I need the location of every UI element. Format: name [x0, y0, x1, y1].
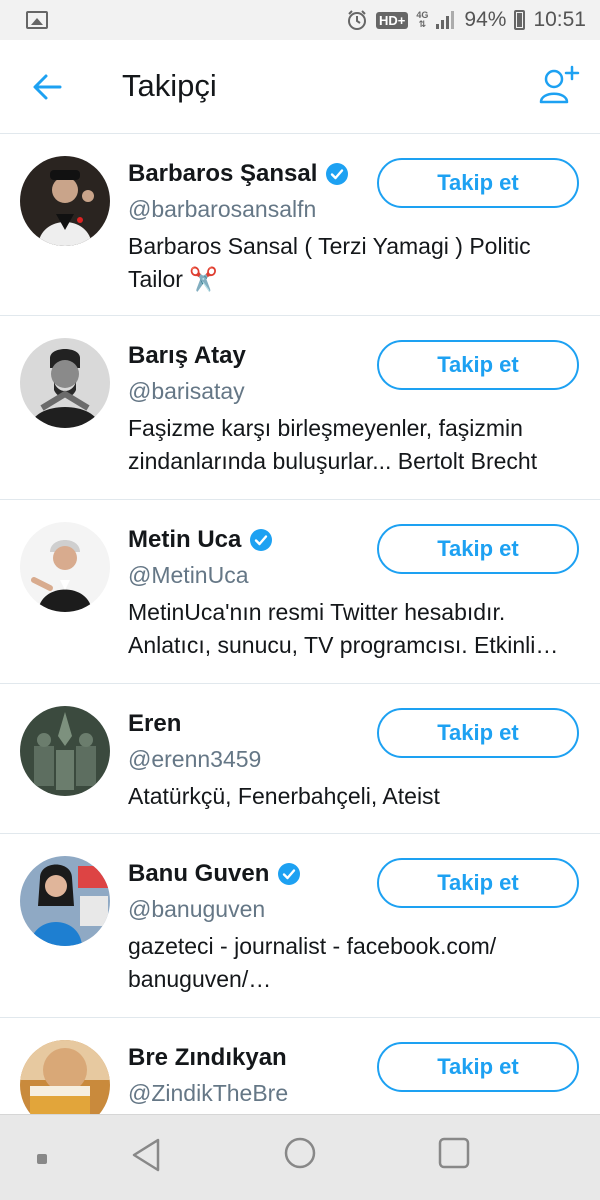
verified-badge-icon: [326, 163, 349, 185]
user-bio-line-1: MetinUca'nın resmi Twitter hesabıdır.: [128, 599, 506, 625]
avatar[interactable]: [20, 856, 110, 946]
system-nav-bar: [0, 1114, 600, 1200]
gallery-icon: [26, 11, 48, 29]
user-name[interactable]: Metin Uca: [128, 526, 241, 554]
battery-icon: [514, 10, 526, 30]
user-handle: @barisatay: [128, 378, 245, 404]
user-name[interactable]: Eren: [128, 710, 181, 738]
user-handle: @erenn3459: [128, 746, 262, 772]
signal-icon: [436, 11, 456, 29]
follow-button[interactable]: Takip et: [377, 708, 579, 758]
verified-badge-icon: [278, 863, 301, 885]
alarm-icon: [348, 10, 367, 30]
follow-button[interactable]: Takip et: [377, 524, 579, 574]
add-user-icon: [539, 65, 580, 104]
back-nav-icon[interactable]: [130, 1137, 162, 1173]
user-handle: @ZindikTheBre: [128, 1080, 289, 1106]
user-handle: @banuguven: [128, 896, 266, 922]
user-bio: Atatürkçü, Fenerbahçeli, Ateist: [128, 783, 440, 809]
follower-row[interactable]: Banu Guven @banuguven gazeteci - journal…: [0, 834, 600, 1018]
avatar[interactable]: [20, 338, 110, 428]
follow-button[interactable]: Takip et: [377, 1042, 579, 1092]
followers-list: Barbaros Şansal @barbarosansalfn Barbaro…: [0, 134, 600, 1114]
arrow-left-icon: [33, 74, 62, 100]
clock: 10:51: [533, 8, 586, 31]
user-name[interactable]: Bre Zındıkyan: [128, 1044, 287, 1072]
home-nav-icon[interactable]: [284, 1137, 316, 1169]
follow-button[interactable]: Takip et: [377, 858, 579, 908]
user-bio-line-1: gazeteci - journalist - facebook.com/: [128, 933, 497, 959]
verified-badge-icon: [250, 529, 273, 551]
avatar[interactable]: [20, 1040, 110, 1114]
follower-row[interactable]: Metin Uca @MetinUca MetinUca'nın resmi T…: [0, 500, 600, 684]
page-title: Takipçi: [122, 68, 217, 103]
follow-button[interactable]: Takip et: [377, 158, 579, 208]
status-bar: HD+ 4G ⇅ 94% 10:51: [0, 0, 600, 40]
follower-row[interactable]: Barış Atay @barisatay Faşizme karşı birl…: [0, 316, 600, 500]
follower-row[interactable]: Barbaros Şansal @barbarosansalfn Barbaro…: [0, 134, 600, 316]
follower-row[interactable]: Bre Zındıkyan @ZindikTheBre Takip et: [0, 1018, 600, 1114]
user-bio: Faşizme karşı birleşmeyenler, faşizmin z…: [128, 415, 538, 474]
network-arrows-icon: ⇅: [418, 19, 427, 29]
recent-dot-icon[interactable]: [36, 1153, 48, 1165]
user-bio-line-2: banuguven/…: [128, 966, 272, 992]
user-handle: @MetinUca: [128, 562, 249, 588]
hd-badge: HD+: [376, 11, 409, 29]
follower-row[interactable]: Eren @erenn3459 Atatürkçü, Fenerbahçeli,…: [0, 684, 600, 834]
user-bio: Barbaros Sansal ( Terzi Yamagi ) Politic…: [128, 233, 531, 292]
follow-button[interactable]: Takip et: [377, 340, 579, 390]
avatar[interactable]: [20, 522, 110, 612]
avatar[interactable]: [20, 156, 110, 246]
user-name[interactable]: Barbaros Şansal: [128, 160, 317, 188]
user-handle: @barbarosansalfn: [128, 196, 317, 222]
user-name[interactable]: Barış Atay: [128, 342, 246, 370]
add-user-button[interactable]: [538, 64, 580, 106]
user-name[interactable]: Banu Guven: [128, 860, 269, 888]
avatar[interactable]: [20, 706, 110, 796]
user-bio-line-2: Anlatıcı, sunucu, TV programcısı. Etkinl…: [128, 632, 559, 658]
overview-nav-icon[interactable]: [438, 1137, 470, 1169]
network-type: 4G ⇅: [416, 11, 428, 29]
app-header: Takipçi: [0, 40, 600, 134]
back-button[interactable]: [28, 68, 66, 106]
battery-percent: 94%: [464, 8, 507, 31]
